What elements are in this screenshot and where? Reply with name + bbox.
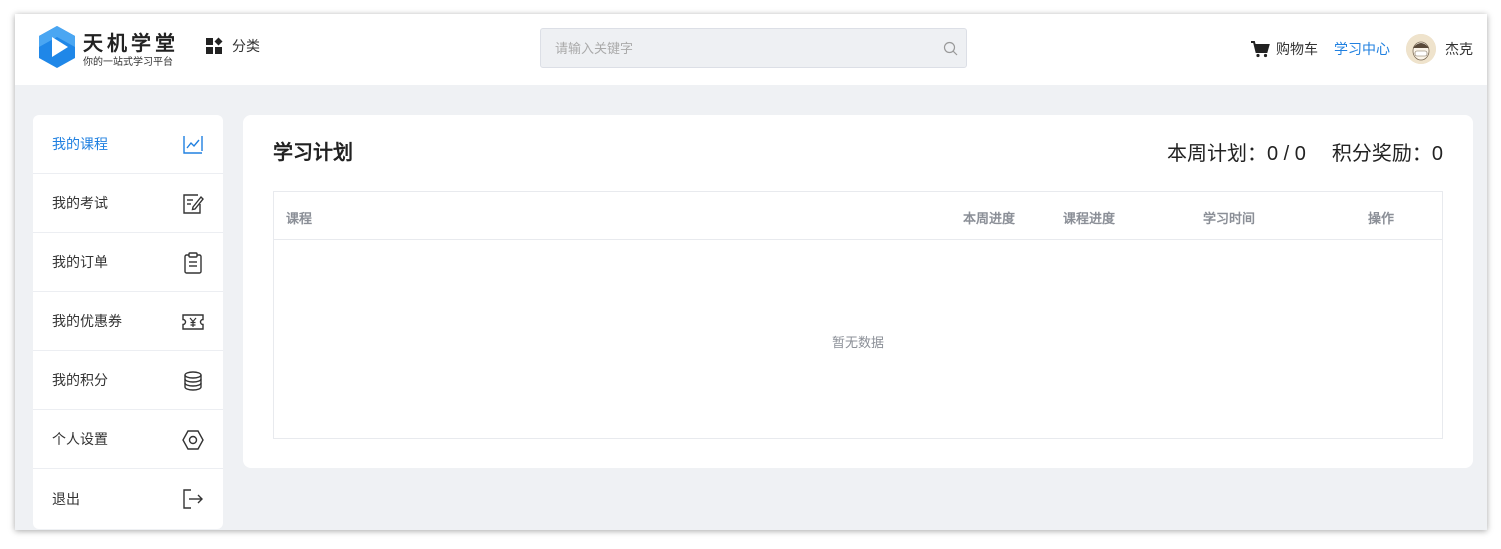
edit-icon: [183, 194, 204, 214]
grid-icon: [206, 37, 223, 54]
plan-stats: 本周计划：0 / 0 积分奖励：0: [1167, 137, 1443, 166]
cart-icon: [1251, 41, 1270, 58]
plan-table: 课程 本周进度 课程进度 学习时间 操作 暂无数据: [273, 191, 1443, 439]
coins-icon: [184, 371, 202, 391]
clipboard-icon: [184, 252, 202, 274]
top-header: 天机学堂 你的一站式学习平台 分类 请输入关键字 购物车 学习中心 杰克: [15, 14, 1487, 85]
search-box: [540, 28, 967, 68]
coupon-icon: [182, 314, 204, 330]
sidebar-item-my-points[interactable]: 我的积分: [33, 351, 223, 410]
table-header: 课程 本周进度 课程进度 学习时间 操作: [274, 192, 1442, 240]
category-label: 分类: [232, 38, 260, 54]
sidebar-item-label: 个人设置: [52, 431, 108, 447]
sidebar-item-label: 我的优惠券: [52, 313, 122, 329]
logo-title: 天机学堂: [83, 33, 179, 55]
header-actions: 购物车 学习中心 杰克: [1250, 33, 1473, 65]
page-title: 学习计划: [273, 142, 353, 164]
sidebar-item-my-coupons[interactable]: 我的优惠券: [33, 292, 223, 351]
sidebar-item-settings[interactable]: 个人设置: [33, 410, 223, 469]
sidebar-item-logout[interactable]: 退出: [33, 469, 223, 528]
logo-subtitle: 你的一站式学习平台: [83, 57, 173, 68]
study-plan-panel: 学习计划 本周计划：0 / 0 积分奖励：0 课程 本周进度 课程进度 学习时间…: [243, 115, 1473, 468]
cart-label: 购物车: [1276, 41, 1318, 57]
avatar[interactable]: [1406, 34, 1436, 64]
cart-link[interactable]: 购物车: [1250, 39, 1318, 59]
column-header-study-time: 学习时间: [1203, 211, 1256, 226]
logout-icon: [183, 489, 203, 509]
search-icon[interactable]: [943, 41, 958, 56]
sidebar-item-my-orders[interactable]: 我的订单: [33, 233, 223, 292]
column-header-weekly-progress: 本周进度: [963, 211, 1016, 226]
sidebar-item-label: 我的积分: [52, 372, 108, 388]
points-reward-stat: 积分奖励：0: [1331, 143, 1443, 165]
sidebar-item-label: 我的订单: [52, 254, 108, 270]
app-window: 天机学堂 你的一站式学习平台 分类 请输入关键字 购物车 学习中心 杰克 我的课…: [15, 14, 1487, 530]
empty-state-text: 暂无数据: [831, 335, 884, 350]
sidebar-item-label: 我的课程: [52, 136, 108, 152]
study-center-link[interactable]: 学习中心: [1334, 39, 1390, 59]
sidebar-item-label: 我的考试: [52, 195, 108, 211]
column-header-course: 课程: [286, 211, 313, 226]
settings-icon: [182, 430, 204, 450]
logo[interactable]: 天机学堂 你的一站式学习平台: [35, 23, 205, 73]
column-header-course-progress: 课程进度: [1063, 211, 1116, 226]
logo-icon: [39, 26, 75, 68]
username[interactable]: 杰克: [1445, 39, 1473, 59]
search-input[interactable]: [541, 29, 966, 67]
sidebar-item-my-courses[interactable]: 我的课程: [33, 115, 223, 174]
sidebar-item-my-exams[interactable]: 我的考试: [33, 174, 223, 233]
chart-icon: [183, 136, 203, 154]
column-header-actions: 操作: [1368, 211, 1395, 226]
avatar-icon: [1406, 34, 1436, 64]
sidebar-item-label: 退出: [52, 490, 80, 507]
weekly-plan-stat: 本周计划：0 / 0: [1166, 143, 1306, 165]
sidebar: 我的课程 我的考试 我的订单 我的优惠券 我的积分 个人设置 退出: [33, 115, 223, 529]
category-menu[interactable]: 分类: [205, 36, 260, 56]
